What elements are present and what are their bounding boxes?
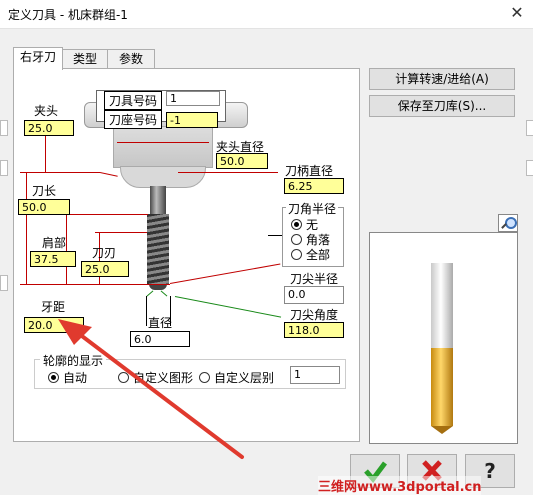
- shoulder-top-line: [60, 214, 148, 215]
- tool-number-label: 刀具号码: [104, 91, 163, 110]
- edge-strip: [0, 120, 8, 136]
- shank-dia-label: 刀柄直径: [285, 164, 334, 178]
- tip-angle-input[interactable]: 118.0: [284, 322, 344, 338]
- tool-number-input[interactable]: 1: [166, 91, 220, 106]
- profile-layer-input[interactable]: 1: [290, 366, 340, 384]
- edge-strip: [526, 160, 533, 176]
- holder-dia-dim: [117, 142, 209, 143]
- window-title: 定义刀具 - 机床群组-1: [8, 8, 128, 22]
- corner-full-radio[interactable]: [291, 249, 302, 260]
- holder-label: 夹头: [34, 104, 59, 118]
- corner-leader: [268, 235, 282, 236]
- shank-dia-leader: [178, 172, 278, 173]
- preview-shank: [431, 263, 453, 348]
- shoulder-input[interactable]: 37.5: [30, 251, 76, 267]
- close-icon[interactable]: ✕: [505, 2, 529, 24]
- pitch-label: 牙距: [41, 300, 66, 314]
- holder-body: [113, 126, 213, 168]
- holder-input[interactable]: 25.0: [24, 120, 74, 136]
- flute-input[interactable]: 25.0: [81, 261, 129, 277]
- length-top-line: [20, 172, 100, 173]
- shank-dia-input[interactable]: 6.25: [284, 178, 344, 194]
- holder-nose: [120, 166, 206, 188]
- tap-thread: [147, 214, 169, 284]
- tool-seat-input[interactable]: -1: [166, 112, 218, 128]
- tip-radius-input[interactable]: 0.0: [284, 286, 344, 304]
- edge-strip: [526, 120, 533, 136]
- tip-baseline: [20, 284, 170, 285]
- tool-length-dim: [26, 172, 27, 284]
- annotation-arrow: [58, 319, 244, 459]
- tab-right-tap[interactable]: 右牙刀: [13, 47, 63, 70]
- edge-strip: [0, 275, 8, 291]
- zoom-icon[interactable]: [498, 214, 518, 232]
- flute-top-line: [95, 232, 147, 233]
- save-to-library-button[interactable]: 保存至刀库(S)...: [369, 95, 515, 117]
- tool-seat-label: 刀座号码: [104, 110, 163, 129]
- holder-dim: [45, 132, 46, 172]
- watermark: 三维网www.3dportal.cn: [318, 476, 482, 495]
- tip-radius-label: 刀尖半径: [290, 272, 339, 286]
- tab-params[interactable]: 参数: [107, 49, 155, 69]
- tool-length-input[interactable]: 50.0: [18, 199, 70, 215]
- corner-none-radio[interactable]: [291, 219, 302, 230]
- tip-angle-label: 刀尖角度: [290, 308, 339, 322]
- corner-radius-label: 刀角半径: [286, 200, 339, 217]
- calc-speed-feed-button[interactable]: 计算转速/进给(A): [369, 68, 515, 90]
- tap-shank: [150, 186, 166, 214]
- shoulder-dim: [66, 214, 67, 284]
- flute-label: 刀刃: [92, 246, 117, 260]
- tab-type[interactable]: 类型: [62, 49, 108, 69]
- preview-tip: [431, 426, 453, 434]
- holder-dia-input[interactable]: 50.0: [216, 153, 268, 169]
- tool-preview: [369, 232, 518, 444]
- edge-strip: [0, 160, 8, 176]
- tool-length-label: 刀长: [32, 184, 57, 198]
- corner-corner-radio[interactable]: [291, 234, 302, 245]
- shoulder-label: 肩部: [42, 236, 67, 250]
- corner-full-label: 全部: [306, 248, 331, 262]
- preview-flutes: [431, 348, 453, 426]
